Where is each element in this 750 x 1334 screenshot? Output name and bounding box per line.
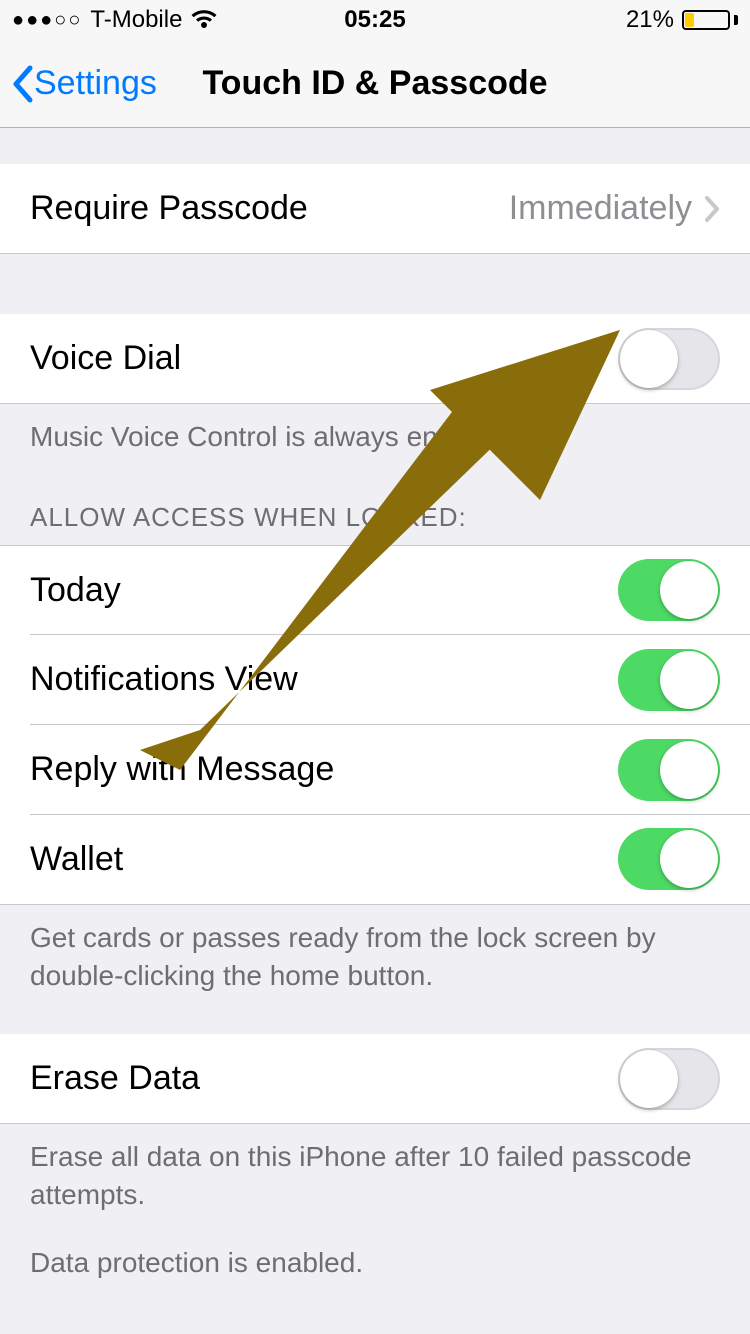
voice-dial-toggle[interactable] (618, 328, 720, 390)
erase-data-footer-2: Data protection is enabled. (0, 1224, 750, 1292)
clock: 05:25 (0, 6, 750, 34)
erase-data-toggle[interactable] (618, 1048, 720, 1110)
nav-bar: Settings Touch ID & Passcode (0, 40, 750, 128)
back-button[interactable]: Settings (0, 64, 157, 104)
erase-data-label: Erase Data (30, 1059, 618, 1098)
erase-data-cell: Erase Data (0, 1034, 750, 1124)
allow-access-item-label: Reply with Message (30, 750, 618, 789)
allow-access-header: ALLOW ACCESS WHEN LOCKED: (0, 466, 750, 545)
voice-dial-cell: Voice Dial (0, 314, 750, 404)
allow-access-item-label: Wallet (30, 840, 618, 879)
voice-dial-footer: Music Voice Control is always enabled. (0, 404, 750, 466)
chevron-left-icon (10, 64, 34, 104)
battery-icon (682, 10, 738, 30)
require-passcode-cell[interactable]: Require Passcode Immediately (0, 164, 750, 254)
back-label: Settings (34, 64, 157, 103)
reply-with-message-toggle[interactable] (618, 739, 720, 801)
allow-access-reply-cell: Reply with Message (0, 725, 750, 815)
chevron-right-icon (704, 195, 720, 223)
erase-data-footer-1: Erase all data on this iPhone after 10 f… (0, 1124, 750, 1224)
allow-access-item-label: Notifications View (30, 660, 618, 699)
voice-dial-label: Voice Dial (30, 339, 618, 378)
status-bar: ●●●○○ T-Mobile 05:25 21% (0, 0, 750, 40)
today-toggle[interactable] (618, 559, 720, 621)
allow-access-item-label: Today (30, 571, 618, 610)
require-passcode-label: Require Passcode (30, 189, 509, 228)
allow-access-footer: Get cards or passes ready from the lock … (0, 905, 750, 1005)
wallet-toggle[interactable] (618, 828, 720, 890)
allow-access-today-cell: Today (0, 545, 750, 635)
allow-access-wallet-cell: Wallet (0, 815, 750, 905)
notifications-view-toggle[interactable] (618, 649, 720, 711)
allow-access-notifications-cell: Notifications View (0, 635, 750, 725)
require-passcode-value: Immediately (509, 189, 692, 228)
